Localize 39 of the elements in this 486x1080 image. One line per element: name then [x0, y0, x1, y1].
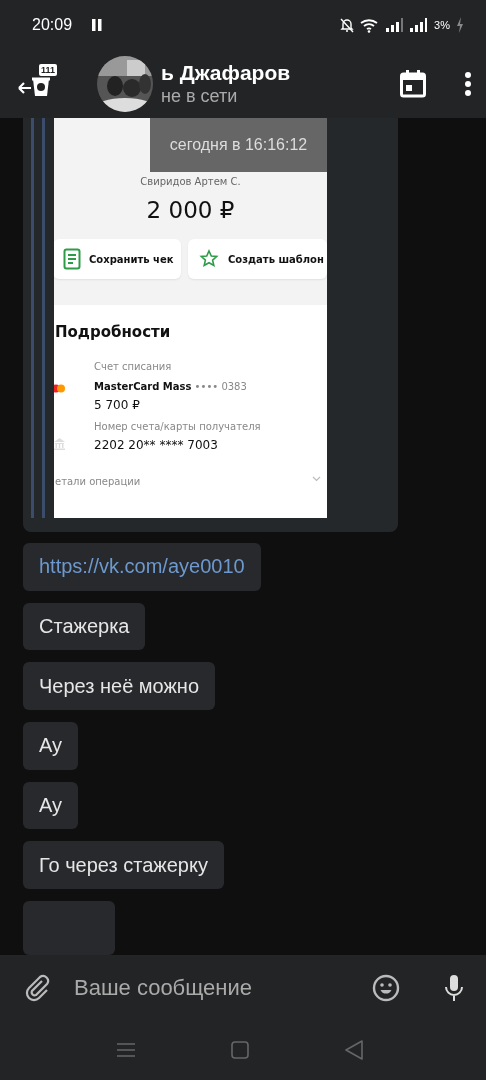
emoji-icon[interactable] — [372, 973, 400, 1002]
link-message[interactable]: https://vk.com/aye0010 — [23, 543, 261, 591]
message-bubble: Ау — [23, 722, 79, 770]
chevron-down-icon — [312, 476, 321, 482]
battery-percent: 3% — [434, 19, 450, 31]
back-icon[interactable] — [345, 1040, 363, 1060]
field-label: Номер счета/карты получателя — [94, 421, 262, 432]
attach-icon[interactable] — [24, 973, 52, 1002]
home-icon[interactable] — [231, 1041, 249, 1059]
signal-icon — [386, 18, 405, 32]
card-logo-icon — [54, 384, 65, 393]
contact-name: ь Джафаров — [161, 61, 291, 85]
field-label: Счет списания — [94, 361, 173, 372]
card-name: MasterCard Mass — [94, 381, 192, 392]
payer-name: Свиридов Артем С. — [140, 176, 241, 187]
contact-status: не в сети — [161, 85, 239, 107]
unread-badge: 111 — [39, 64, 58, 76]
amount: 2 000 ₽ — [146, 197, 235, 223]
document-icon — [63, 248, 81, 270]
message-bubble: Ау — [23, 781, 79, 830]
muted-bell-icon — [340, 17, 355, 33]
calendar-icon[interactable] — [400, 70, 426, 98]
more-icon[interactable] — [464, 71, 472, 97]
bank-icon — [54, 438, 65, 450]
message-bubble: Через неё можно — [23, 662, 216, 710]
star-icon — [198, 248, 220, 270]
card-balance: 5 700 ₽ — [94, 398, 141, 412]
recipient-number: 2202 20** **** 7003 — [94, 438, 218, 452]
card-number: •••• 0383 — [194, 381, 247, 392]
back-button[interactable]: 111 — [18, 64, 60, 104]
signal-icon — [410, 18, 429, 32]
message-bubble: Го через стажерку — [23, 841, 224, 890]
charging-icon — [456, 17, 464, 33]
message-bubble: Стажерка — [23, 602, 146, 651]
microphone-icon[interactable] — [444, 973, 464, 1002]
clock-time: 20:09 — [32, 16, 73, 34]
pause-icon — [92, 19, 103, 31]
timestamp-overlay: сегодня в 16:16:12 — [150, 118, 327, 172]
section-title: Подробности — [55, 323, 172, 341]
